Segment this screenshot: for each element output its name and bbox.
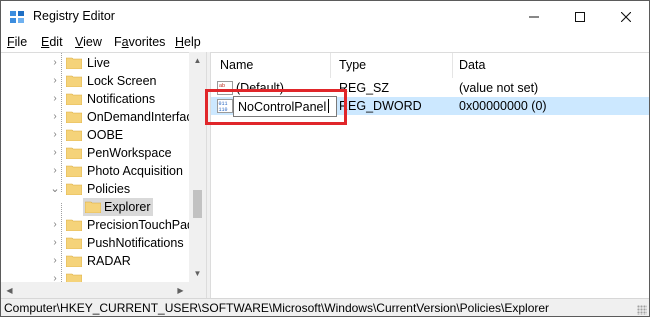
scroll-up-icon[interactable]: ▲ bbox=[189, 52, 206, 69]
folder-icon bbox=[66, 147, 82, 159]
menu-edit-rest: dit bbox=[49, 35, 63, 49]
folder-icon bbox=[66, 75, 82, 87]
folder-icon bbox=[66, 165, 82, 177]
collapse-arrow-icon[interactable]: ⌄ bbox=[50, 182, 60, 196]
column-header-data[interactable]: Data bbox=[453, 53, 649, 78]
expand-arrow-icon[interactable]: › bbox=[50, 74, 60, 88]
tree-vertical-scrollbar[interactable]: ▲ ▼ bbox=[189, 52, 206, 282]
tree-item-label: PushNotifications bbox=[87, 236, 184, 250]
tree-item-label: OOBE bbox=[87, 128, 124, 142]
tree-item-label: PrecisionTouchPad bbox=[87, 218, 195, 232]
menu-help[interactable]: Help bbox=[175, 35, 201, 49]
menu-help-rest: elp bbox=[184, 35, 201, 49]
expand-arrow-icon[interactable]: › bbox=[50, 218, 60, 232]
tree-item-label: Policies bbox=[87, 182, 131, 196]
expand-arrow-icon[interactable]: › bbox=[50, 56, 60, 70]
minimize-button[interactable] bbox=[511, 1, 557, 32]
menu-favorites-pre: F bbox=[114, 35, 122, 49]
tree-item-live[interactable]: › Live bbox=[1, 54, 189, 72]
menu-view-rest: iew bbox=[83, 35, 102, 49]
column-header-name[interactable]: Name bbox=[211, 53, 331, 78]
value-type: REG_DWORD bbox=[339, 99, 422, 113]
folder-icon bbox=[66, 93, 82, 105]
close-icon bbox=[621, 11, 631, 22]
resize-grip-icon[interactable] bbox=[637, 305, 647, 315]
tree-item-pushnotifications[interactable]: › PushNotifications bbox=[1, 234, 189, 252]
close-button[interactable] bbox=[603, 1, 649, 32]
tree-item-radar[interactable]: › RADAR bbox=[1, 252, 189, 270]
expand-arrow-icon[interactable]: › bbox=[50, 146, 60, 160]
title-bar[interactable]: Registry Editor bbox=[1, 1, 649, 32]
folder-icon bbox=[66, 111, 82, 123]
status-path: Computer\HKEY_CURRENT_USER\SOFTWARE\Micr… bbox=[4, 301, 550, 315]
tree-item-label: PenWorkspace bbox=[87, 146, 172, 160]
tree-item-label: OnDemandInterfac bbox=[87, 110, 193, 124]
tree-item-notifications[interactable]: › Notifications bbox=[1, 90, 189, 108]
folder-icon bbox=[66, 219, 82, 231]
maximize-button[interactable] bbox=[557, 1, 603, 32]
expand-arrow-icon[interactable]: › bbox=[50, 254, 60, 268]
expand-arrow-icon[interactable]: › bbox=[50, 164, 60, 178]
callout-highlight-box bbox=[205, 89, 347, 125]
menu-help-mnemonic: H bbox=[175, 35, 185, 49]
folder-icon bbox=[85, 201, 101, 213]
expand-arrow-icon[interactable]: › bbox=[50, 110, 60, 124]
expand-arrow-icon[interactable]: › bbox=[50, 236, 60, 250]
value-data: 0x00000000 (0) bbox=[459, 99, 547, 113]
folder-icon bbox=[66, 255, 82, 267]
scrollbar-corner bbox=[189, 282, 206, 298]
menu-bar: File Edit View Favorites Help bbox=[1, 32, 649, 52]
tree-item-ondemandinterface[interactable]: › OnDemandInterfac bbox=[1, 108, 192, 126]
expand-arrow-icon[interactable]: › bbox=[50, 92, 60, 106]
minimize-icon bbox=[529, 16, 539, 17]
tree-item-label: Explorer bbox=[104, 200, 151, 214]
folder-open-icon bbox=[66, 183, 82, 195]
tree-item-label: Photo Acquisition bbox=[87, 164, 183, 178]
tree-item-precisiontouchpad[interactable]: › PrecisionTouchPad bbox=[1, 216, 194, 234]
menu-favorites[interactable]: Favorites bbox=[114, 35, 165, 49]
expand-arrow-icon[interactable]: › bbox=[50, 128, 60, 142]
tree-item-lock-screen[interactable]: › Lock Screen bbox=[1, 72, 189, 90]
tree-item-policies[interactable]: ⌄ Policies bbox=[1, 180, 189, 198]
status-bar: Computer\HKEY_CURRENT_USER\SOFTWARE\Micr… bbox=[1, 298, 649, 316]
key-tree[interactable]: › Live › Lock Screen › Notifications › O… bbox=[1, 52, 207, 298]
tree-item-label: Notifications bbox=[87, 92, 156, 106]
menu-view-mnemonic: V bbox=[75, 35, 84, 49]
tree-horizontal-scrollbar[interactable]: ◀ ▶ bbox=[1, 282, 189, 298]
scroll-right-icon[interactable]: ▶ bbox=[172, 282, 189, 298]
folder-icon bbox=[66, 129, 82, 141]
menu-favorites-mnemonic: a bbox=[121, 35, 129, 49]
tree-item-oobe[interactable]: › OOBE bbox=[1, 126, 189, 144]
menu-favorites-rest: vorites bbox=[128, 35, 166, 49]
value-data: (value not set) bbox=[459, 81, 539, 95]
menu-edit[interactable]: Edit bbox=[41, 35, 63, 49]
tree-item-label: RADAR bbox=[87, 254, 131, 268]
menu-file-rest: ile bbox=[14, 35, 28, 49]
registry-editor-window: Registry Editor File Edit View Favorites… bbox=[0, 0, 650, 317]
scroll-left-icon[interactable]: ◀ bbox=[1, 282, 18, 298]
menu-file-mnemonic: F bbox=[7, 35, 15, 49]
scroll-thumb[interactable] bbox=[193, 190, 202, 218]
window-title: Registry Editor bbox=[33, 9, 115, 23]
scroll-down-icon[interactable]: ▼ bbox=[189, 265, 206, 282]
maximize-icon bbox=[575, 11, 585, 22]
regedit-app-icon bbox=[10, 11, 24, 23]
menu-file[interactable]: File bbox=[7, 35, 27, 49]
folder-icon bbox=[66, 237, 82, 249]
tree-item-penworkspace[interactable]: › PenWorkspace bbox=[1, 144, 189, 162]
tree-item-label: Live bbox=[87, 56, 110, 70]
tree-item-photo-acquisition[interactable]: › Photo Acquisition bbox=[1, 162, 189, 180]
menu-view[interactable]: View bbox=[75, 35, 102, 49]
folder-icon bbox=[66, 57, 82, 69]
tree-item-explorer[interactable]: Explorer bbox=[1, 198, 189, 216]
column-header-type[interactable]: Type bbox=[331, 53, 453, 78]
tree-item-label: Lock Screen bbox=[87, 74, 157, 88]
